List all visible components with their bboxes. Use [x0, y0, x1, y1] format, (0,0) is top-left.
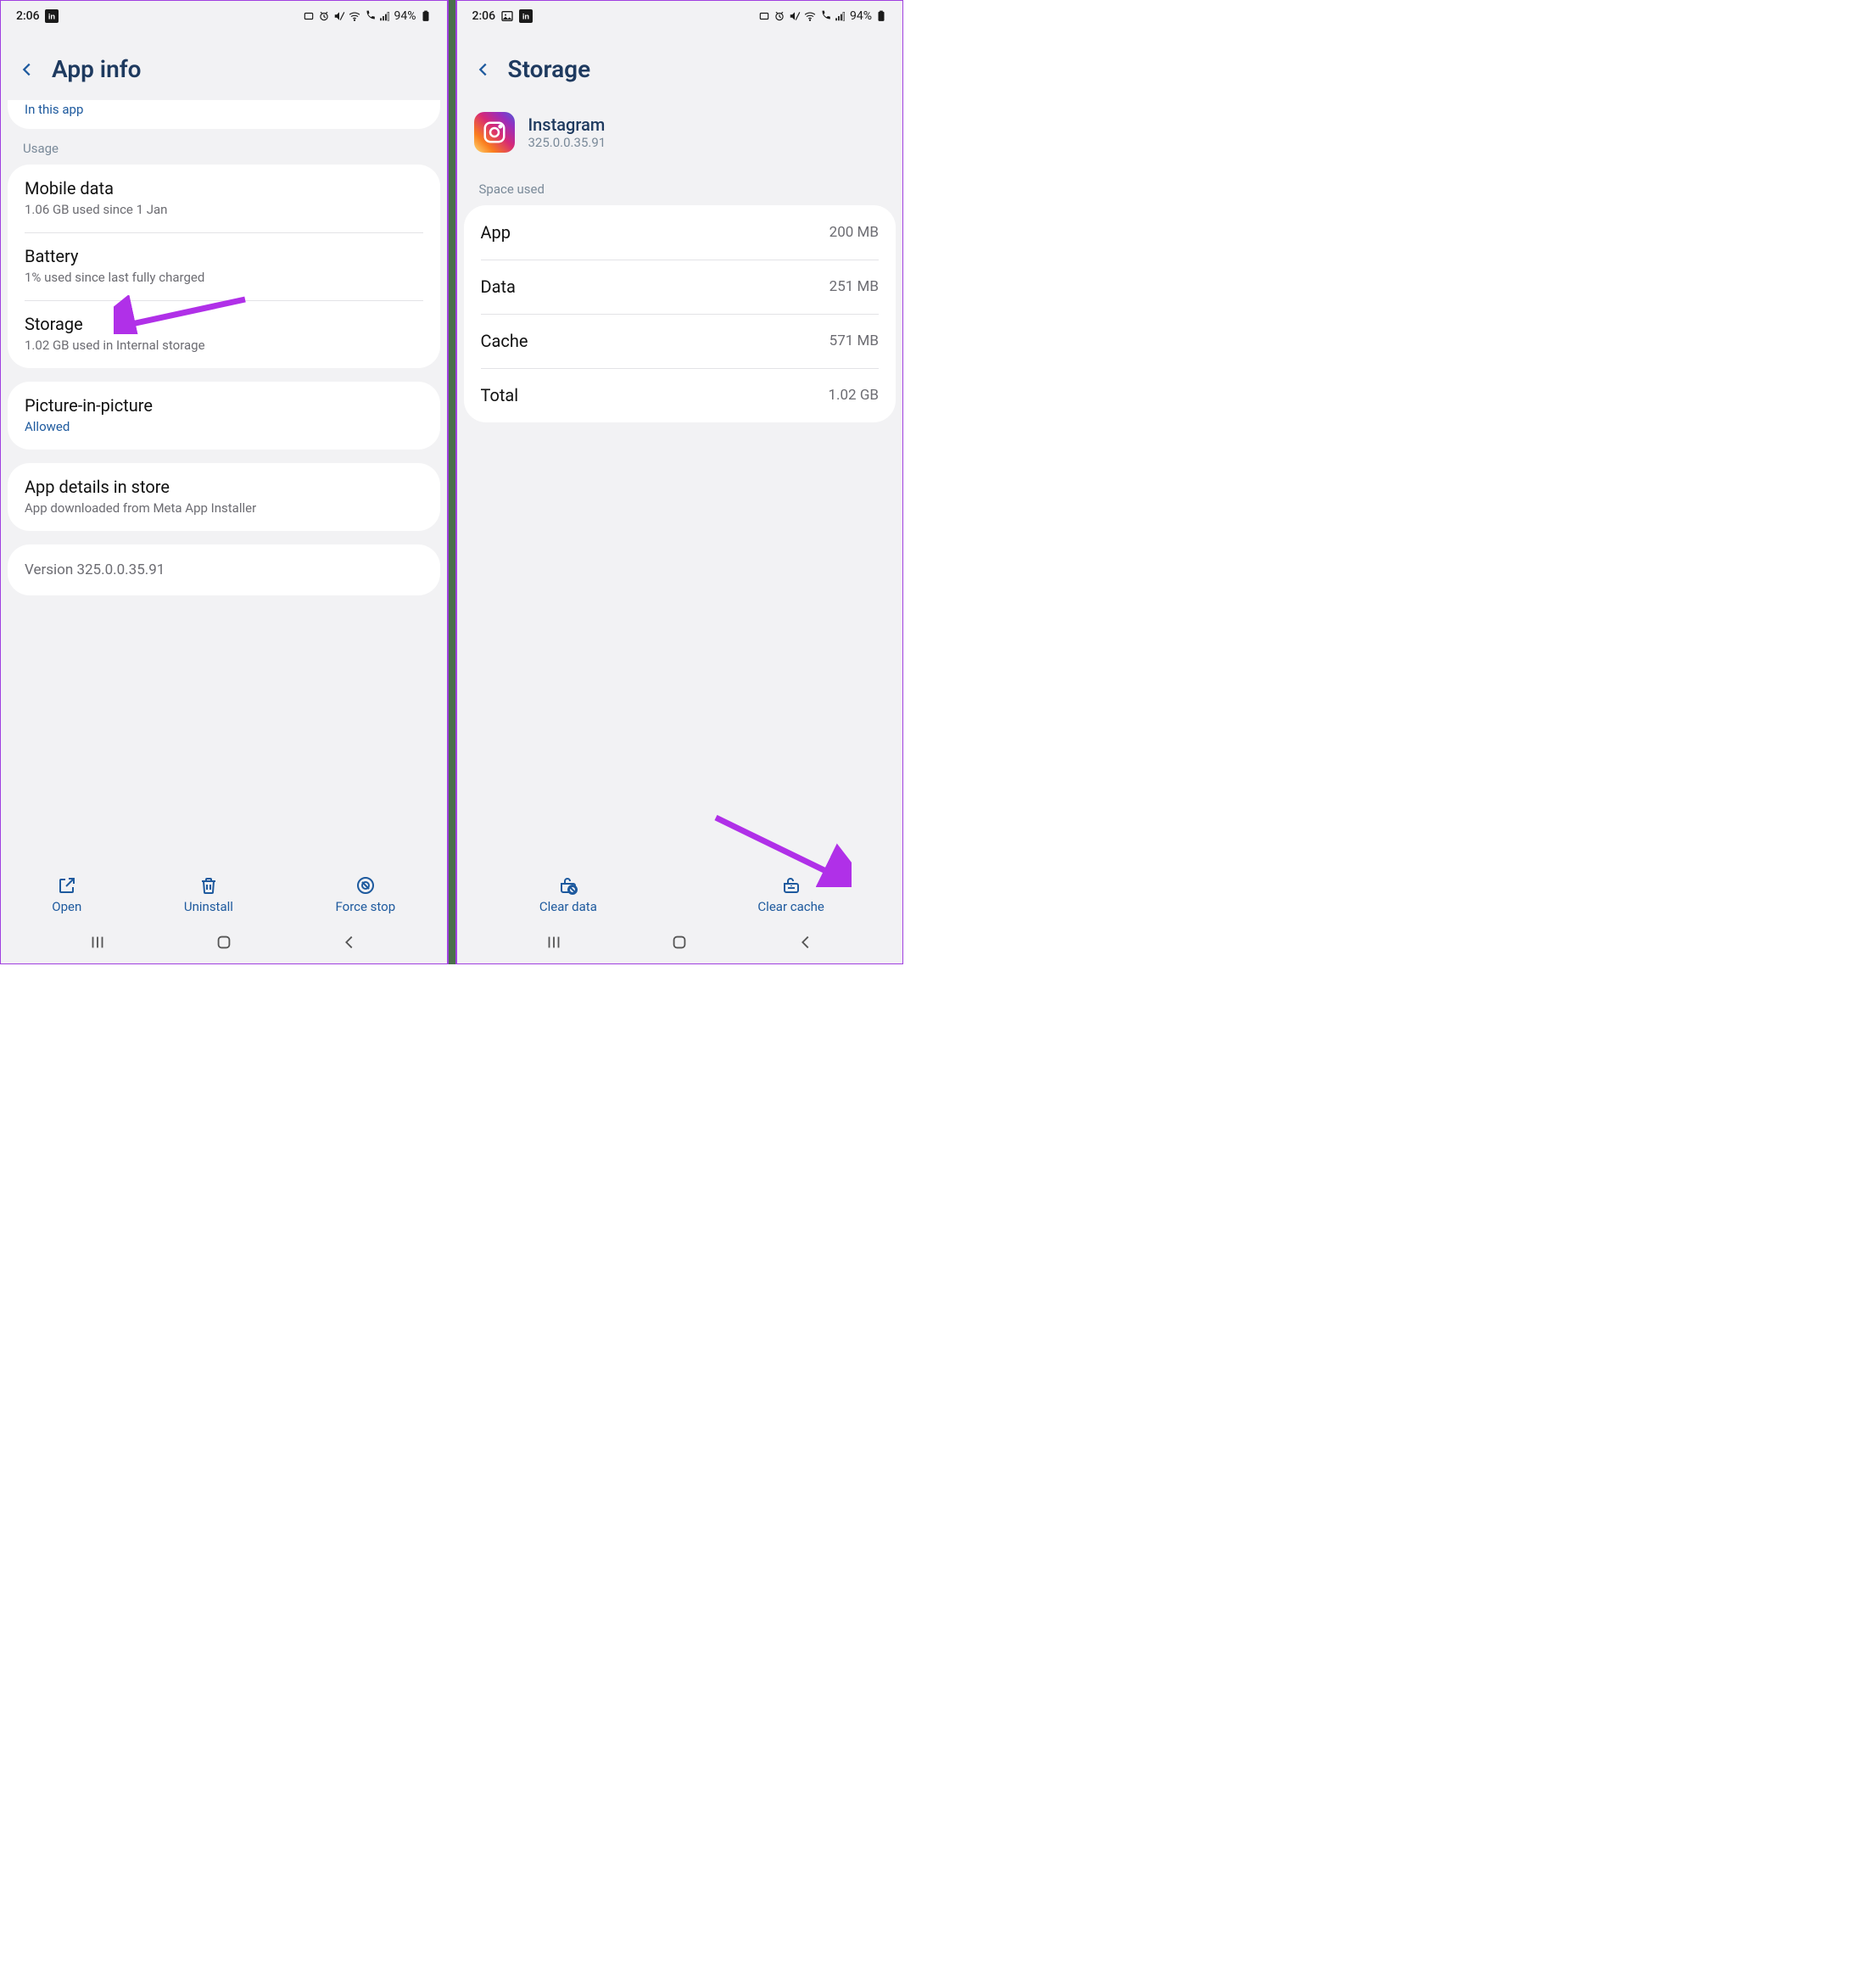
nav-back-icon[interactable]	[796, 933, 815, 952]
action-bar: Clear data Clear cache	[457, 870, 903, 918]
usage-card: Mobile data 1.06 GB used since 1 Jan Bat…	[8, 165, 440, 368]
stop-icon	[355, 875, 376, 896]
wifi-icon	[804, 10, 816, 22]
page-header: App info	[1, 28, 447, 100]
pip-row: Picture-in-picture Allowed	[8, 382, 440, 450]
app-header: Instagram 325.0.0.35.91	[457, 100, 903, 170]
battery-row[interactable]: Battery 1% used since last fully charged	[8, 232, 440, 300]
volte-icon	[819, 10, 831, 22]
space-used-card: App 200 MB Data 251 MB Cache 571 MB Tota…	[464, 205, 896, 422]
total-size-row: Total 1.02 GB	[464, 368, 896, 422]
app-version: 325.0.0.35.91	[528, 135, 606, 150]
alarm-icon	[774, 10, 785, 22]
trash-icon	[198, 875, 219, 896]
battery-percent: 94%	[394, 9, 416, 23]
nav-bar	[1, 918, 447, 963]
details-card[interactable]: App details in store App downloaded from…	[8, 463, 440, 531]
linkedin-icon: in	[519, 9, 533, 23]
battery-percent: 94%	[850, 9, 872, 23]
svg-text:in: in	[522, 12, 530, 20]
clear-cache-icon	[781, 875, 802, 896]
status-bar: 2:06 in 94%	[1, 1, 447, 28]
nav-back-icon[interactable]	[340, 933, 359, 952]
storage-row[interactable]: Storage 1.02 GB used in Internal storage	[8, 300, 440, 368]
battery-icon	[420, 10, 432, 22]
battery-icon	[875, 10, 887, 22]
version-text: Version 325.0.0.35.91	[8, 544, 440, 595]
page-header: Storage	[457, 28, 903, 100]
open-icon	[57, 875, 77, 896]
nav-bar	[457, 918, 903, 963]
signal-icon	[379, 10, 391, 22]
recents-icon[interactable]	[88, 933, 107, 952]
cache-size-row: Cache 571 MB	[464, 314, 896, 368]
page-title: Storage	[508, 55, 591, 83]
recents-icon[interactable]	[545, 933, 563, 952]
instagram-icon	[474, 112, 515, 153]
card-icon	[303, 10, 315, 22]
alarm-icon	[318, 10, 330, 22]
volte-icon	[364, 10, 376, 22]
back-icon[interactable]	[474, 60, 493, 79]
home-icon[interactable]	[215, 933, 233, 952]
app-size-row: App 200 MB	[464, 205, 896, 260]
screenshot-divider	[448, 0, 456, 964]
open-button[interactable]: Open	[52, 875, 81, 914]
clear-data-icon	[558, 875, 578, 896]
set-default-sub: In this app	[25, 102, 423, 117]
image-icon	[500, 9, 514, 23]
right-screen: 2:06 in 94% Storage Instagram 325.0.0.35…	[456, 0, 904, 964]
app-name: Instagram	[528, 114, 606, 135]
action-bar: Open Uninstall Force stop	[1, 870, 447, 918]
page-title: App info	[52, 55, 142, 83]
card-icon	[758, 10, 770, 22]
mobile-data-row[interactable]: Mobile data 1.06 GB used since 1 Jan	[8, 165, 440, 232]
svg-text:in: in	[47, 12, 55, 20]
linkedin-icon: in	[45, 9, 59, 23]
mute-icon	[333, 10, 345, 22]
space-used-label: Space used	[464, 170, 896, 205]
mute-icon	[789, 10, 801, 22]
clear-data-button[interactable]: Clear data	[457, 875, 680, 914]
left-screen: 2:06 in 94% App info Set as default In t…	[0, 0, 448, 964]
status-time: 2:06	[472, 9, 496, 23]
set-default-row[interactable]: Set as default In this app	[8, 100, 440, 129]
details-row: App details in store App downloaded from…	[8, 463, 440, 531]
version-card: Version 325.0.0.35.91	[8, 544, 440, 595]
data-size-row: Data 251 MB	[464, 260, 896, 314]
pip-card[interactable]: Picture-in-picture Allowed	[8, 382, 440, 450]
back-icon[interactable]	[18, 60, 36, 79]
home-icon[interactable]	[670, 933, 689, 952]
uninstall-button[interactable]: Uninstall	[184, 875, 233, 914]
clear-cache-button[interactable]: Clear cache	[679, 875, 902, 914]
status-time: 2:06	[16, 9, 40, 23]
signal-icon	[835, 10, 846, 22]
wifi-icon	[349, 10, 360, 22]
usage-label: Usage	[8, 129, 440, 165]
force-stop-button[interactable]: Force stop	[336, 875, 396, 914]
status-bar: 2:06 in 94%	[457, 1, 903, 28]
